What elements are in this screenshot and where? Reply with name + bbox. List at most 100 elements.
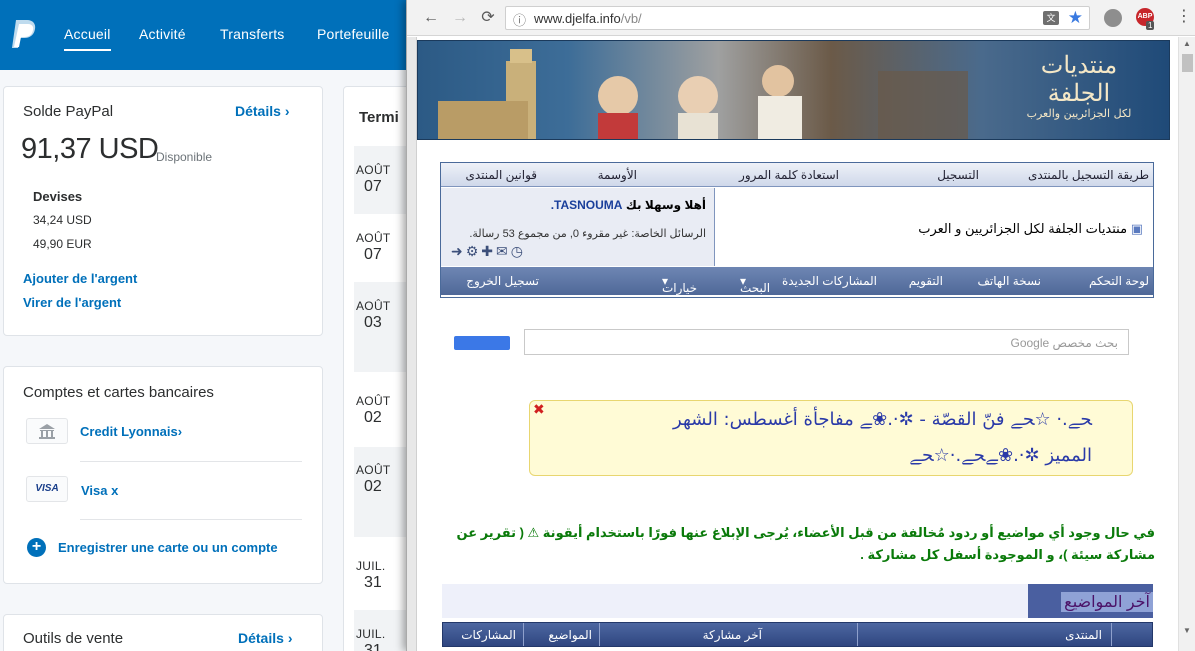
chat-icon[interactable]: ✉ [496,243,511,259]
nav-registration-guide[interactable]: طريقة التسجيل بالمنتدى [1028,168,1149,182]
forum-bottom-nav: لوحة التحكم نسخة الهاتف التقويم المشاركا… [441,267,1153,309]
activity-date[interactable] [354,146,414,216]
logout-icon[interactable]: ➜ [451,243,466,259]
date-month: AOÛT [356,463,391,477]
page-scrollbar[interactable]: ▲ ▼ [1178,37,1195,651]
search-button[interactable] [454,336,510,350]
nav-transferts[interactable]: Transferts [220,26,285,42]
nav-quick-options[interactable]: خيارات سريعة ▾ [662,274,697,309]
latest-topics-table-header: المنتدى آخر مشاركة المواضيع المشاركات [442,622,1153,647]
nav-rules[interactable]: قوانين المنتدى [465,168,537,182]
date-day: 02 [364,478,382,495]
visa-card-icon: VISA [26,476,68,502]
url-host: www.djelfa.info [534,11,621,26]
date-day: 02 [364,409,382,426]
plus-circle-icon[interactable]: + [27,538,46,557]
scrollbar-thumb[interactable] [1182,54,1193,72]
date-month: JUIL. [356,559,386,573]
col-last-post: آخر مشاركة [702,628,762,642]
activity-date[interactable] [354,282,414,372]
date-day: 07 [364,246,382,263]
bank-account-link[interactable]: Credit Lyonnais› [80,424,182,439]
activity-date[interactable] [354,214,414,284]
nav-accueil[interactable]: Accueil [64,26,111,51]
announcement-box: ✖ ﺤﮯ.· ☆ﺤﮯ فنّ القصّة - ✲·.❀ﮯ مفاجأة أغس… [529,400,1133,476]
browser-toolbar: ← → ⟳ ⓘ www.djelfa.info/vb/ 文 ★ ABP 1 ⋮ [407,0,1195,36]
balance-card-title: Solde PayPal [23,103,114,120]
visa-card-link[interactable]: Visa x [81,483,118,498]
sales-tools-title: Outils de vente [23,630,124,647]
back-icon[interactable]: ← [421,8,441,28]
date-day: 31 [364,642,382,651]
chevron-right-icon: › [287,630,293,646]
folder-icon: ▣ [1130,221,1143,236]
date-month: AOÛT [356,231,391,245]
translate-icon[interactable]: 文 [1043,11,1059,25]
user-tool-icons: ➜⚙✚✉◷ [451,243,526,260]
nav-calendar[interactable]: التقويم [909,274,943,288]
divider [80,519,302,520]
latest-topics-tab[interactable]: آخر المواضيع [1028,584,1153,618]
date-day: 31 [364,574,382,591]
currency-eur: 49,90 EUR [33,237,92,251]
browser-window: ← → ⟳ ⓘ www.djelfa.info/vb/ 文 ★ ABP 1 ⋮ [406,0,1195,651]
withdraw-money-link[interactable]: Virer de l'argent [23,295,121,310]
balance-available-label: Disponible [156,150,213,164]
close-icon[interactable]: ✖ [533,401,545,418]
menu-kebab-icon[interactable]: ⋮ [1176,7,1192,27]
announcement-line-1[interactable]: ﺤﮯ.· ☆ﺤﮯ فنّ القصّة - ✲·.❀ﮯ مفاجأة أغسطس… [673,409,1092,430]
clock-icon[interactable]: ◷ [511,243,526,259]
currency-usd: 34,24 USD [33,213,92,227]
accounts-card-title: Comptes et cartes bancaires [23,384,214,401]
nav-logout[interactable]: تسجيل الخروج [466,274,539,288]
nav-medals[interactable]: الأوسمة [598,168,637,182]
scroll-up-icon[interactable]: ▲ [1183,39,1191,48]
balance-details-link[interactable]: Détails › [235,103,289,119]
activity-date[interactable] [354,377,414,447]
add-user-icon[interactable]: ✚ [481,243,496,259]
paypal-logo-icon[interactable] [10,18,38,52]
nav-activite[interactable]: Activité [139,26,186,42]
date-day: 07 [364,178,382,195]
add-money-link[interactable]: Ajouter de l'argent [23,271,137,286]
activity-date[interactable] [354,542,414,612]
scroll-down-icon[interactable]: ▼ [1183,626,1191,635]
forward-icon[interactable]: → [450,8,470,28]
pm-status[interactable]: الرسائل الخاصة: غير مقروء 0, من مجموع 53… [469,227,706,240]
nav-new-posts[interactable]: المشاركات الجديدة [782,274,877,288]
activity-title: Termi [359,109,399,126]
announcement-line-2[interactable]: المميز ✲·.❀ﮯﺤﮯ.·☆ﺤﮯ [909,445,1092,466]
date-month: AOÛT [356,299,391,313]
extension-icon[interactable] [1104,9,1122,27]
google-search-input[interactable]: Google بحث مخصص [524,329,1129,355]
bank-icon [26,418,68,444]
user-welcome-box: أهلا وسهلا بك TASNOUMA. الرسائل الخاصة: … [441,188,715,266]
forum-logo[interactable]: منتديات الجلفة لكل الجزائريين والعرب [1019,51,1139,120]
latest-topics-header: آخر المواضيع [442,584,1153,618]
bookmark-star-icon[interactable]: ★ [1068,8,1083,28]
nav-control-panel[interactable]: لوحة التحكم [1089,274,1149,288]
sales-details-link[interactable]: Détails › [238,630,292,646]
forum-page: منتديات الجلفة لكل الجزائريين والعرب طري… [417,37,1178,651]
welcome-text: أهلا وسهلا بك TASNOUMA. [550,198,706,212]
reload-icon[interactable]: ⟳ [478,8,498,28]
forum-banner: منتديات الجلفة لكل الجزائريين والعرب [417,40,1170,140]
divider [80,461,302,462]
info-icon[interactable]: ⓘ [513,10,526,29]
date-month: AOÛT [356,394,391,408]
nav-forgot-password[interactable]: استعادة كلمة المرور [739,168,839,182]
forum-top-nav: طريقة التسجيل بالمنتدى التسجيل استعادة ك… [441,163,1153,187]
nav-portefeuille[interactable]: Portefeuille [317,26,389,42]
nav-mobile-version[interactable]: نسخة الهاتف [978,274,1042,288]
settings-gear-icon[interactable]: ⚙ [466,243,482,259]
nav-search[interactable]: البحث ▾ [740,274,770,295]
address-bar[interactable]: ⓘ www.djelfa.info/vb/ 文 ★ [505,6,1090,30]
nav-register[interactable]: التسجيل [937,168,979,182]
activity-date[interactable] [354,447,414,537]
register-card-link[interactable]: Enregistrer une carte ou un compte [58,540,278,555]
search-placeholder: Google بحث مخصص [1010,336,1118,350]
forum-title[interactable]: ▣ منتديات الجلفة لكل الجزائريين و العرب [918,221,1143,237]
date-month: AOÛT [356,163,391,177]
username-link[interactable]: TASNOUMA. [551,198,623,212]
page-left-gutter [407,37,417,651]
